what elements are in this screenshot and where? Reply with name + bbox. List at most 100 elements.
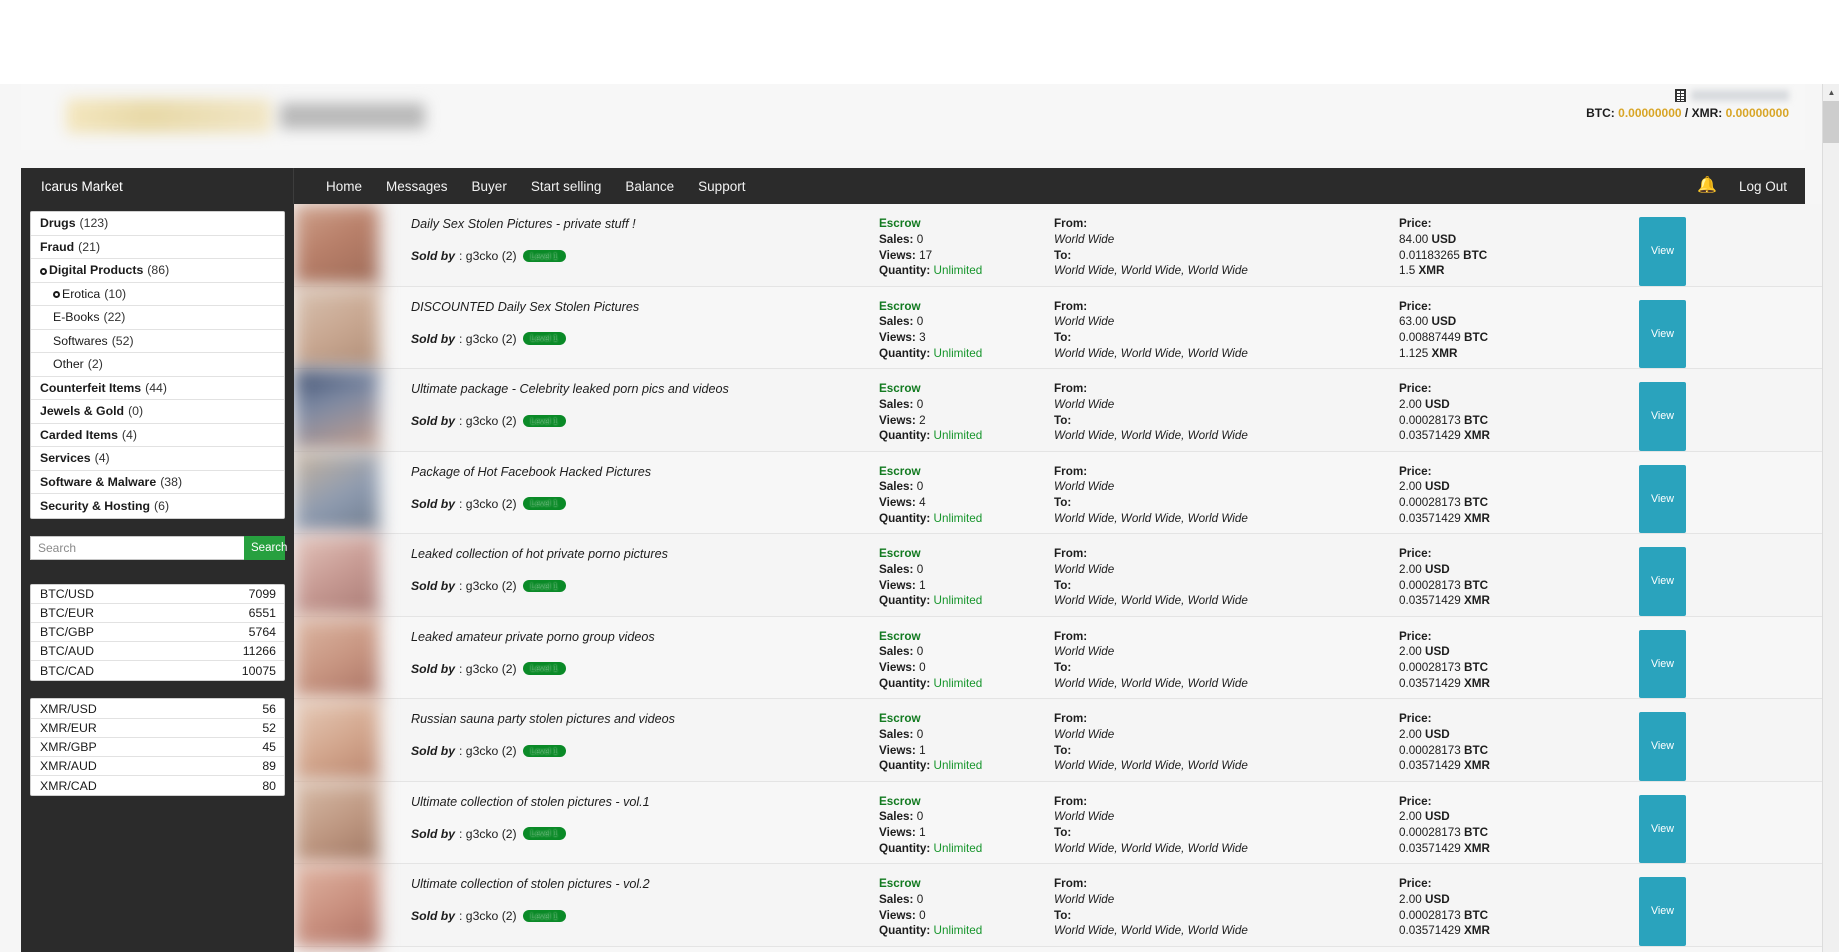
bell-icon[interactable]: 🔔 (1697, 178, 1717, 194)
listing-row[interactable]: Leaked collection of hot private porno p… (294, 534, 1822, 617)
listing-thumbnail[interactable] (294, 699, 379, 782)
category-item-services[interactable]: Services(4) (31, 447, 284, 471)
nav-item-support[interactable]: Support (686, 168, 757, 204)
nav-item-start-selling[interactable]: Start selling (519, 168, 614, 204)
views-row: Views: 4 (879, 495, 1054, 511)
listing-thumbnail[interactable] (294, 369, 379, 452)
seller-name[interactable]: g3cko (2) (466, 744, 517, 758)
listing-row[interactable]: Leaked amateur private porno group video… (294, 617, 1822, 700)
listing-row[interactable]: Daily Sex Stolen Pictures - private stuf… (294, 204, 1822, 287)
view-button[interactable]: View (1639, 712, 1686, 781)
view-button[interactable]: View (1639, 877, 1686, 946)
listing-shipping-column: From:World WideTo:World Wide, World Wide… (1054, 204, 1399, 286)
price-btc-value: 0.00028173 (1399, 661, 1461, 674)
listing-title[interactable]: Russian sauna party stolen pictures and … (411, 712, 879, 727)
scroll-up-arrow[interactable]: ▲ (1823, 84, 1839, 101)
seller-name[interactable]: g3cko (2) (466, 827, 517, 841)
seller-name[interactable]: g3cko (2) (466, 332, 517, 346)
price-btc-row: 0.00028173 BTC (1399, 413, 1639, 429)
seller-name[interactable]: g3cko (2) (466, 909, 517, 923)
nav-item-home[interactable]: Home (314, 168, 374, 204)
to-label: To: (1054, 744, 1071, 757)
category-item-carded-items[interactable]: Carded Items(4) (31, 424, 284, 448)
listing-title[interactable]: Package of Hot Facebook Hacked Pictures (411, 465, 879, 480)
listing-thumbnail[interactable] (294, 864, 379, 947)
listing-row[interactable]: Package of Hot Facebook Hacked PicturesS… (294, 452, 1822, 535)
search-input[interactable] (30, 536, 244, 560)
category-item-counterfeit-items[interactable]: Counterfeit Items(44) (31, 377, 284, 401)
view-button[interactable]: View (1639, 795, 1686, 864)
nav-item-messages[interactable]: Messages (374, 168, 460, 204)
logout-button[interactable]: Log Out (1739, 179, 1787, 194)
listing-action-column: View (1639, 287, 1822, 369)
listing-title[interactable]: Daily Sex Stolen Pictures - private stuf… (411, 217, 879, 232)
view-button[interactable]: View (1639, 465, 1686, 534)
category-item-other[interactable]: Other(2) (31, 353, 284, 377)
seller-name[interactable]: g3cko (2) (466, 249, 517, 263)
views-label: Views: (879, 496, 916, 509)
views-label: Views: (879, 249, 916, 262)
listing-title[interactable]: Leaked collection of hot private porno p… (411, 547, 879, 562)
listing-thumbnail[interactable] (294, 617, 379, 700)
listing-row[interactable]: Ultimate package - Celebrity leaked porn… (294, 369, 1822, 452)
listing-title[interactable]: Ultimate collection of stolen pictures -… (411, 795, 879, 810)
view-button[interactable]: View (1639, 300, 1686, 369)
category-item-erotica[interactable]: Erotica(10) (31, 283, 284, 307)
qr-code-icon (1675, 89, 1686, 102)
category-item-security-hosting[interactable]: Security & Hosting(6) (31, 494, 284, 518)
listing-row[interactable]: Ultimate collection of stolen pictures -… (294, 864, 1822, 947)
listing-thumbnail[interactable] (294, 452, 379, 535)
escrow-badge: Escrow (879, 876, 1054, 892)
category-item-e-books[interactable]: E-Books(22) (31, 306, 284, 330)
from-label: From: (1054, 547, 1087, 560)
seller-name[interactable]: g3cko (2) (466, 414, 517, 428)
listing-thumbnail[interactable] (294, 204, 379, 287)
category-item-digital-products[interactable]: Digital Products(86) (31, 259, 284, 283)
view-button[interactable]: View (1639, 547, 1686, 616)
price-label: Price: (1399, 300, 1431, 313)
price-usd-value: 2.00 (1399, 398, 1422, 411)
category-item-drugs[interactable]: Drugs(123) (31, 212, 284, 236)
to-label: To: (1054, 414, 1071, 427)
category-label: Erotica (62, 287, 100, 301)
listing-title[interactable]: Ultimate collection of stolen pictures -… (411, 877, 879, 892)
price-xmr-row: 0.03571429 XMR (1399, 758, 1639, 774)
listing-title[interactable]: DISCOUNTED Daily Sex Stolen Pictures (411, 300, 879, 315)
sales-row: Sales: 0 (879, 562, 1054, 578)
view-button[interactable]: View (1639, 217, 1686, 286)
listing-thumbnail[interactable] (294, 782, 379, 865)
price-btc-value: 0.00028173 (1399, 909, 1461, 922)
price-btc-value: 0.00028173 (1399, 496, 1461, 509)
price-btc-value: 0.00028173 (1399, 579, 1461, 592)
scrollbar-thumb[interactable] (1823, 101, 1839, 143)
listing-shipping-column: From:World WideTo:World Wide, World Wide… (1054, 782, 1399, 864)
usd-label: USD (1425, 893, 1450, 906)
listing-title-column: Leaked amateur private porno group video… (379, 617, 879, 699)
site-logo[interactable] (66, 92, 451, 140)
page-scrollbar[interactable]: ▲ (1822, 84, 1839, 952)
seller-name[interactable]: g3cko (2) (466, 662, 517, 676)
listing-thumbnail[interactable] (294, 287, 379, 370)
search-button[interactable]: Search (244, 536, 285, 560)
listing-title[interactable]: Ultimate package - Celebrity leaked porn… (411, 382, 879, 397)
username-line (1586, 86, 1789, 104)
seller-name[interactable]: g3cko (2) (466, 497, 517, 511)
category-item-software-malware[interactable]: Software & Malware(38) (31, 471, 284, 495)
navbar-brand[interactable]: Icarus Market (21, 168, 294, 204)
category-item-softwares[interactable]: Softwares(52) (31, 330, 284, 354)
view-button[interactable]: View (1639, 382, 1686, 451)
listing-thumbnail[interactable] (294, 534, 379, 617)
price-xmr-row: 1.125 XMR (1399, 346, 1639, 362)
listing-row[interactable]: DISCOUNTED Daily Sex Stolen PicturesSold… (294, 287, 1822, 370)
category-item-jewels-gold[interactable]: Jewels & Gold(0) (31, 400, 284, 424)
category-item-fraud[interactable]: Fraud(21) (31, 236, 284, 260)
view-button[interactable]: View (1639, 630, 1686, 699)
nav-item-buyer[interactable]: Buyer (460, 168, 519, 204)
seller-name[interactable]: g3cko (2) (466, 579, 517, 593)
price-btc-value: 0.01183265 (1399, 249, 1460, 262)
listing-row[interactable]: Ultimate collection of stolen pictures -… (294, 782, 1822, 865)
listing-title[interactable]: Leaked amateur private porno group video… (411, 630, 879, 645)
xmr-rate-value: 80 (262, 779, 276, 793)
nav-item-balance[interactable]: Balance (613, 168, 686, 204)
listing-row[interactable]: Russian sauna party stolen pictures and … (294, 699, 1822, 782)
